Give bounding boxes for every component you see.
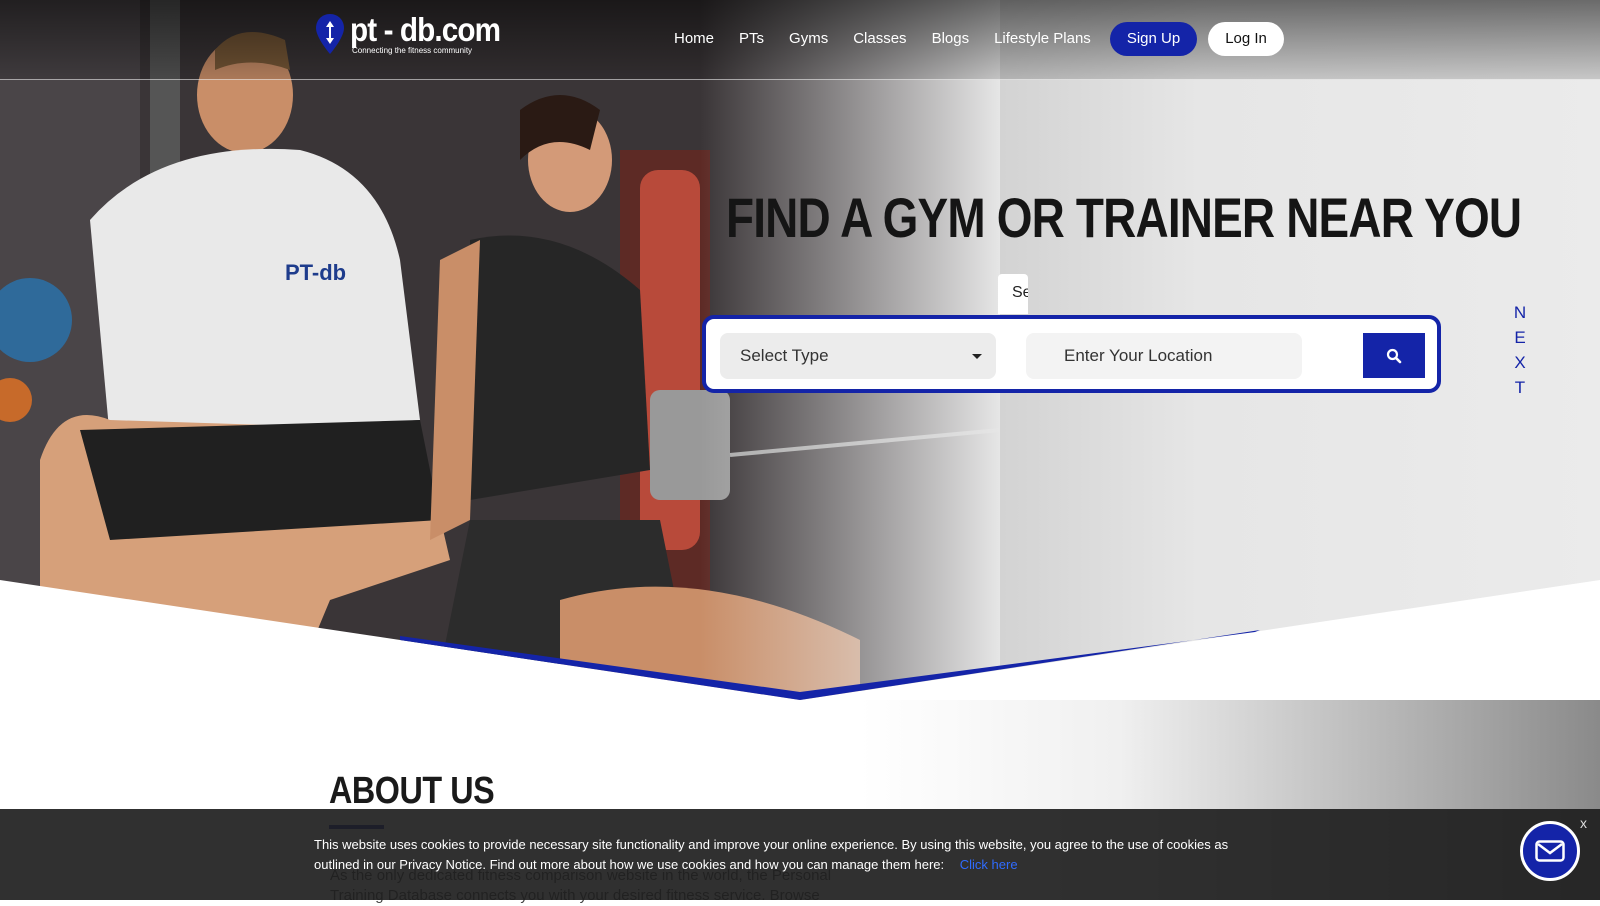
location-pin-icon (316, 14, 344, 54)
nav-lifestyle-plans[interactable]: Lifestyle Plans (994, 22, 1091, 56)
next-slide-button[interactable]: N E X T (1512, 300, 1528, 400)
cookie-link[interactable]: Click here (960, 857, 1018, 872)
nav-home[interactable]: Home (674, 22, 714, 56)
next-letter: X (1514, 353, 1526, 372)
nav-classes[interactable]: Classes (853, 22, 906, 56)
main-nav: Home PTs Gyms Classes Blogs Lifestyle Pl… (674, 22, 1284, 56)
site-header: pt - db.com Connecting the fitness commu… (0, 0, 1600, 80)
about-title: ABOUT US (329, 770, 495, 812)
sign-up-button[interactable]: Sign Up (1109, 22, 1198, 56)
select-type-label: Select Type (740, 346, 829, 365)
search-button[interactable] (1363, 333, 1425, 378)
next-letter: T (1514, 378, 1526, 397)
nav-pts[interactable]: PTs (739, 22, 764, 56)
select-type-dropdown[interactable]: Select Type (720, 333, 996, 379)
search-icon (1386, 348, 1402, 363)
contact-button[interactable] (1520, 821, 1580, 881)
nav-gyms[interactable]: Gyms (789, 22, 828, 56)
cookie-banner: This website uses cookies to provide nec… (0, 809, 1600, 900)
search-panel: Select Type (702, 315, 1441, 393)
next-letter: N (1513, 303, 1527, 322)
mail-icon (1535, 840, 1565, 862)
caret-down-icon (972, 354, 982, 359)
cookie-close-button[interactable]: x (1580, 815, 1587, 831)
log-in-button[interactable]: Log In (1208, 22, 1284, 56)
next-letter: E (1514, 328, 1526, 347)
hero-wave-divider (0, 580, 1600, 720)
logo-title: pt - db.com (350, 11, 501, 48)
search-tab[interactable]: Se (998, 274, 1028, 314)
hero-headline: FIND A GYM OR TRAINER NEAR YOU (726, 186, 1522, 249)
hero-section: PT-db FIND A GYM OR TRAINER NEAR YOU Se … (0, 0, 1600, 720)
cookie-message: This website uses cookies to provide nec… (314, 837, 1229, 872)
cookie-text-block: This website uses cookies to provide nec… (314, 835, 1274, 875)
nav-blogs[interactable]: Blogs (932, 22, 970, 56)
location-input[interactable] (1026, 333, 1302, 379)
site-logo[interactable]: pt - db.com Connecting the fitness commu… (316, 11, 517, 56)
